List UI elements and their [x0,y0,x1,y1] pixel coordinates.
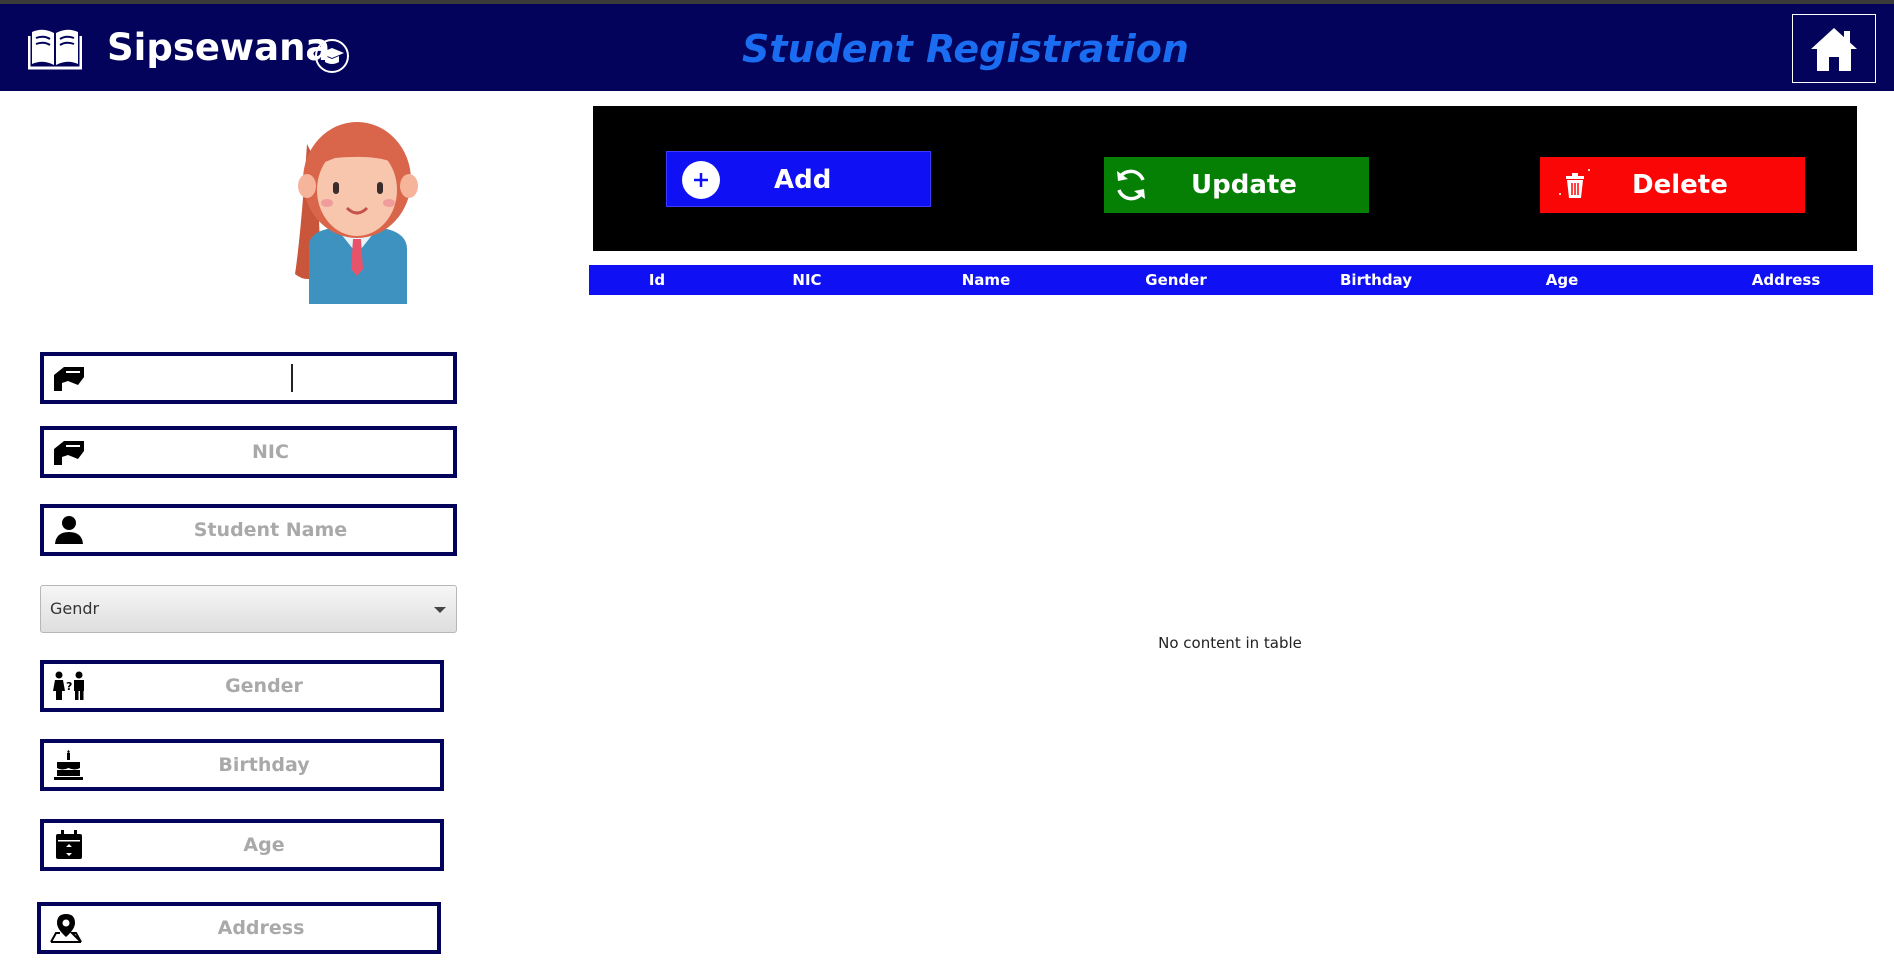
gender-field[interactable]: ? [40,660,444,712]
table-header: Id NIC Name Gender Birthday Age Address [589,265,1873,295]
home-icon [1811,27,1857,71]
graduation-cap-icon [315,39,349,73]
chevron-down-icon [434,607,446,613]
age-field[interactable] [40,819,444,871]
update-button-label: Update [1191,170,1297,200]
gender-select[interactable]: Gendr [40,585,457,633]
student-avatar [295,122,418,304]
age-input[interactable] [94,827,434,863]
column-header-gender[interactable]: Gender [1145,265,1206,295]
id-input[interactable] [94,360,447,396]
map-pin-icon [50,914,82,943]
column-header-birthday[interactable]: Birthday [1340,265,1412,295]
add-button-label: Add [774,165,832,195]
delete-button[interactable]: Delete [1540,157,1805,213]
refresh-icon [1117,169,1145,201]
table-empty-message: No content in table [1158,634,1302,652]
page-title: Student Registration [742,27,1189,71]
birthday-input[interactable] [94,747,434,783]
column-header-address[interactable]: Address [1752,265,1821,295]
student-name-input[interactable] [94,512,447,548]
column-header-id[interactable]: Id [649,265,665,295]
trash-icon [1559,169,1590,198]
text-caret [291,364,293,392]
address-field[interactable] [37,902,441,954]
nic-field[interactable] [40,426,457,478]
gender-input[interactable] [94,668,434,704]
birthday-field[interactable] [40,739,444,791]
id-card-icon [54,441,84,465]
cake-icon [54,750,83,780]
nic-input[interactable] [94,434,447,470]
app-name: Sipsewana [107,26,331,69]
column-header-name[interactable]: Name [962,265,1010,295]
app-header: Sipsewana Student Registration [0,4,1894,91]
gender-select-value: Gendr [50,599,100,618]
open-book-icon [28,29,82,70]
add-button[interactable]: Add [666,151,931,207]
column-header-age[interactable]: Age [1546,265,1579,295]
plus-circle-icon [682,161,720,199]
svg-text:?: ? [66,680,72,693]
home-button[interactable] [1792,14,1876,83]
calendar-icon [56,830,82,859]
id-card-icon [54,367,84,391]
delete-button-label: Delete [1632,170,1728,200]
update-button[interactable]: Update [1104,157,1369,213]
student-name-field[interactable] [40,504,457,556]
gender-icon: ? [53,671,84,700]
column-header-nic[interactable]: NIC [792,265,821,295]
person-icon [55,516,83,544]
id-field[interactable] [40,352,457,404]
address-input[interactable] [91,910,431,946]
